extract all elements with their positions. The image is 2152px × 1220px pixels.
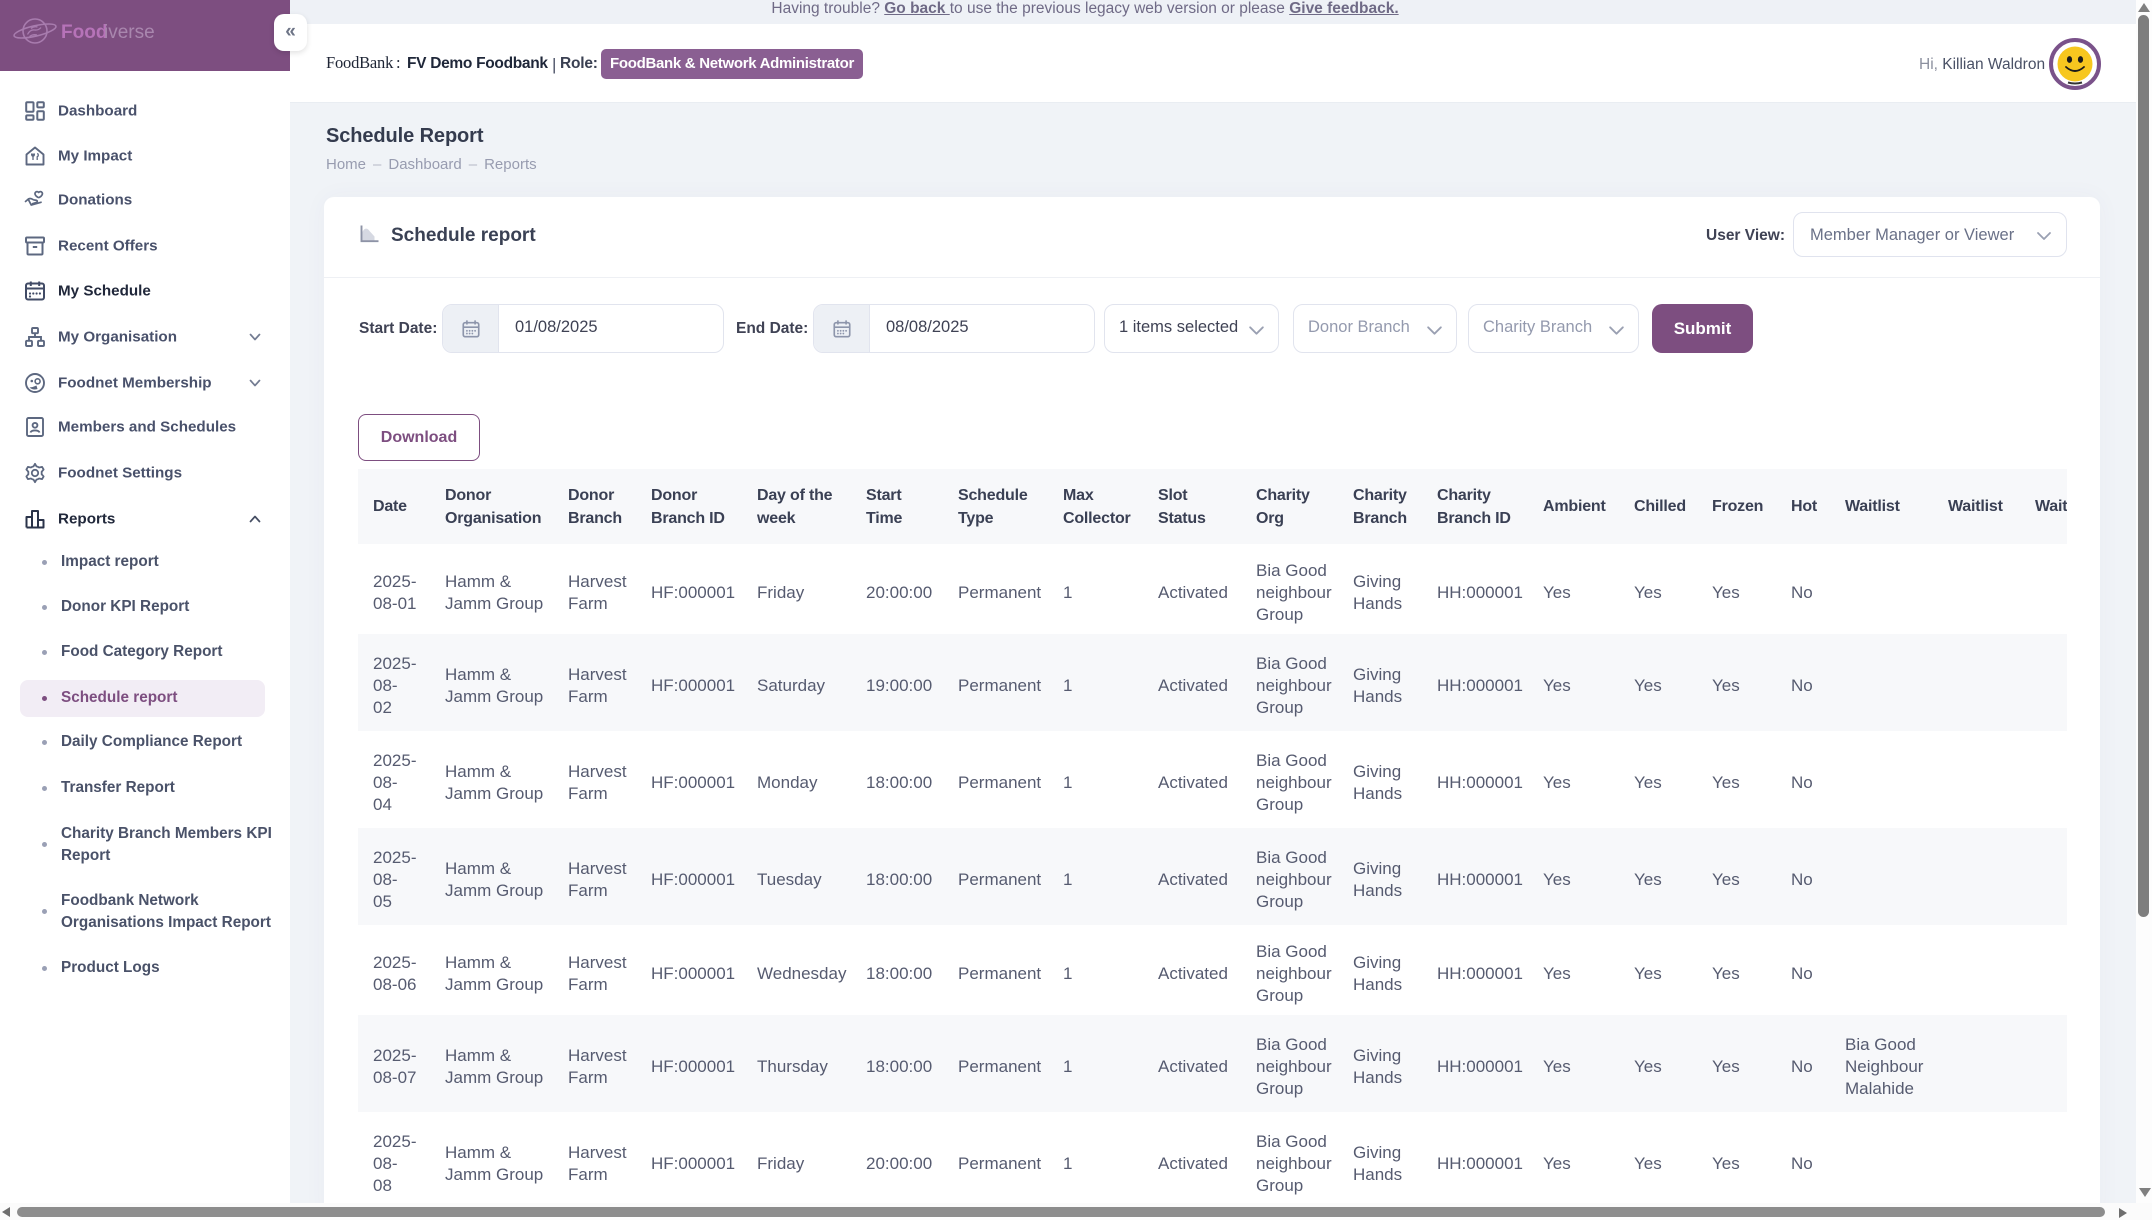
svg-text:iverse: iverse bbox=[104, 22, 155, 43]
svg-text:Food: Food bbox=[61, 22, 107, 43]
